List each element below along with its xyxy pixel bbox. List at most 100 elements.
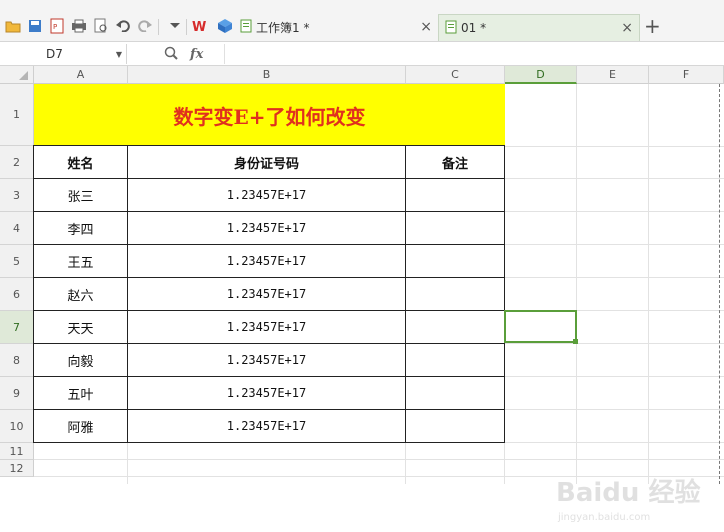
gridline [576, 84, 577, 484]
row-header-6[interactable]: 6 [0, 278, 34, 311]
row-header-12[interactable]: 12 [0, 460, 34, 477]
gridline [505, 277, 724, 278]
name-cell[interactable]: 五叶 [34, 377, 128, 410]
gridline [405, 442, 406, 484]
column-header-f[interactable]: F [649, 66, 724, 84]
row-header-10[interactable]: 10 [0, 410, 34, 443]
gridline [505, 409, 724, 410]
spreadsheet-grid: A B C D E F 1 2 3 4 5 6 7 8 9 10 11 12 数… [0, 66, 724, 523]
row-header-11[interactable]: 11 [0, 443, 34, 460]
print-icon[interactable] [70, 17, 88, 35]
note-cell[interactable] [406, 377, 505, 410]
header-cell-note[interactable]: 备注 [406, 146, 505, 179]
top-strip [0, 0, 724, 12]
note-cell[interactable] [406, 410, 505, 443]
watermark-url: jingyan.baidu.com [558, 512, 651, 523]
close-icon[interactable]: × [420, 19, 432, 35]
chevron-down-icon[interactable]: ▼ [116, 50, 122, 59]
name-cell[interactable]: 向毅 [34, 344, 128, 377]
gridline [505, 376, 724, 377]
id-cell[interactable]: 1.23457E+17 [128, 245, 406, 278]
column-header-a[interactable]: A [34, 66, 128, 84]
gridline [505, 343, 724, 344]
export-pdf-icon[interactable]: P [48, 17, 66, 35]
zoom-search-icon[interactable] [164, 46, 178, 63]
new-tab-button[interactable]: + [644, 16, 661, 36]
name-cell[interactable]: 张三 [34, 179, 128, 212]
column-header-b[interactable]: B [128, 66, 406, 84]
name-cell[interactable]: 天天 [34, 311, 128, 344]
tab-label: 01 * [461, 21, 487, 35]
toolbar-divider [186, 19, 187, 35]
row-header-9[interactable]: 9 [0, 377, 34, 410]
active-cell-d7[interactable] [504, 310, 577, 343]
name-cell[interactable]: 王五 [34, 245, 128, 278]
id-cell[interactable]: 1.23457E+17 [128, 278, 406, 311]
gridline [34, 459, 724, 460]
tab-01[interactable]: 01 * × [438, 14, 640, 41]
formula-tools: fx [160, 42, 224, 66]
name-box-value: D7 [46, 47, 63, 61]
id-cell[interactable]: 1.23457E+17 [128, 311, 406, 344]
quick-access-toolbar: P W 工作簿1 * × 01 * × + [0, 12, 724, 42]
spreadsheet-file-icon [445, 20, 457, 37]
row-header-4[interactable]: 4 [0, 212, 34, 245]
row-header-1[interactable]: 1 [0, 84, 34, 146]
print-preview-icon[interactable] [92, 17, 110, 35]
gridline [505, 244, 724, 245]
name-box[interactable]: D7 ▼ [0, 44, 127, 64]
note-cell[interactable] [406, 245, 505, 278]
gridline [505, 211, 724, 212]
gridline [505, 146, 724, 147]
svg-text:P: P [53, 23, 57, 31]
redo-icon[interactable] [136, 17, 154, 35]
gridline [504, 442, 505, 484]
formula-bar: D7 ▼ fx [0, 42, 724, 66]
gridline [648, 84, 649, 484]
open-folder-icon[interactable] [4, 17, 22, 35]
note-cell[interactable] [406, 179, 505, 212]
fill-handle[interactable] [573, 339, 578, 344]
function-icon[interactable]: fx [190, 47, 203, 62]
id-cell[interactable]: 1.23457E+17 [128, 344, 406, 377]
name-cell[interactable]: 赵六 [34, 278, 128, 311]
column-header-e[interactable]: E [577, 66, 649, 84]
gridline [127, 442, 128, 484]
row-header-5[interactable]: 5 [0, 245, 34, 278]
page-break-line [719, 84, 720, 484]
save-icon[interactable] [26, 17, 44, 35]
tab-workbook1[interactable]: 工作簿1 * × [240, 14, 438, 40]
name-cell[interactable]: 李四 [34, 212, 128, 245]
row-header-7[interactable]: 7 [0, 311, 34, 344]
row-header-3[interactable]: 3 [0, 179, 34, 212]
tab-label: 工作簿1 * [256, 20, 310, 35]
spreadsheet-file-icon [240, 19, 252, 36]
note-cell[interactable] [406, 212, 505, 245]
note-cell[interactable] [406, 344, 505, 377]
formula-input[interactable] [224, 44, 724, 64]
column-header-d[interactable]: D [505, 66, 577, 84]
name-cell[interactable]: 阿雅 [34, 410, 128, 443]
column-header-c[interactable]: C [406, 66, 505, 84]
id-cell[interactable]: 1.23457E+17 [128, 410, 406, 443]
wps-logo-icon[interactable]: W [192, 17, 210, 35]
close-icon[interactable]: × [621, 20, 633, 36]
header-cell-name[interactable]: 姓名 [34, 146, 128, 179]
select-all-corner[interactable] [0, 66, 34, 84]
note-cell[interactable] [406, 278, 505, 311]
note-cell[interactable] [406, 311, 505, 344]
undo-icon[interactable] [114, 17, 132, 35]
sheet-title-cell[interactable]: 数字变E+了如何改变 [34, 84, 505, 146]
toolbar-divider [158, 19, 159, 35]
svg-text:W: W [192, 20, 206, 33]
id-cell[interactable]: 1.23457E+17 [128, 212, 406, 245]
watermark-logo: Baidu 经验 [556, 478, 701, 508]
cube-icon[interactable] [216, 17, 234, 35]
id-cell[interactable]: 1.23457E+17 [128, 377, 406, 410]
watermark: Baidu 经验 jingyan.baidu.com [556, 472, 716, 532]
id-cell[interactable]: 1.23457E+17 [128, 179, 406, 212]
row-header-2[interactable]: 2 [0, 146, 34, 179]
row-header-8[interactable]: 8 [0, 344, 34, 377]
chevron-down-icon[interactable] [166, 17, 184, 35]
header-cell-id[interactable]: 身份证号码 [128, 146, 406, 179]
